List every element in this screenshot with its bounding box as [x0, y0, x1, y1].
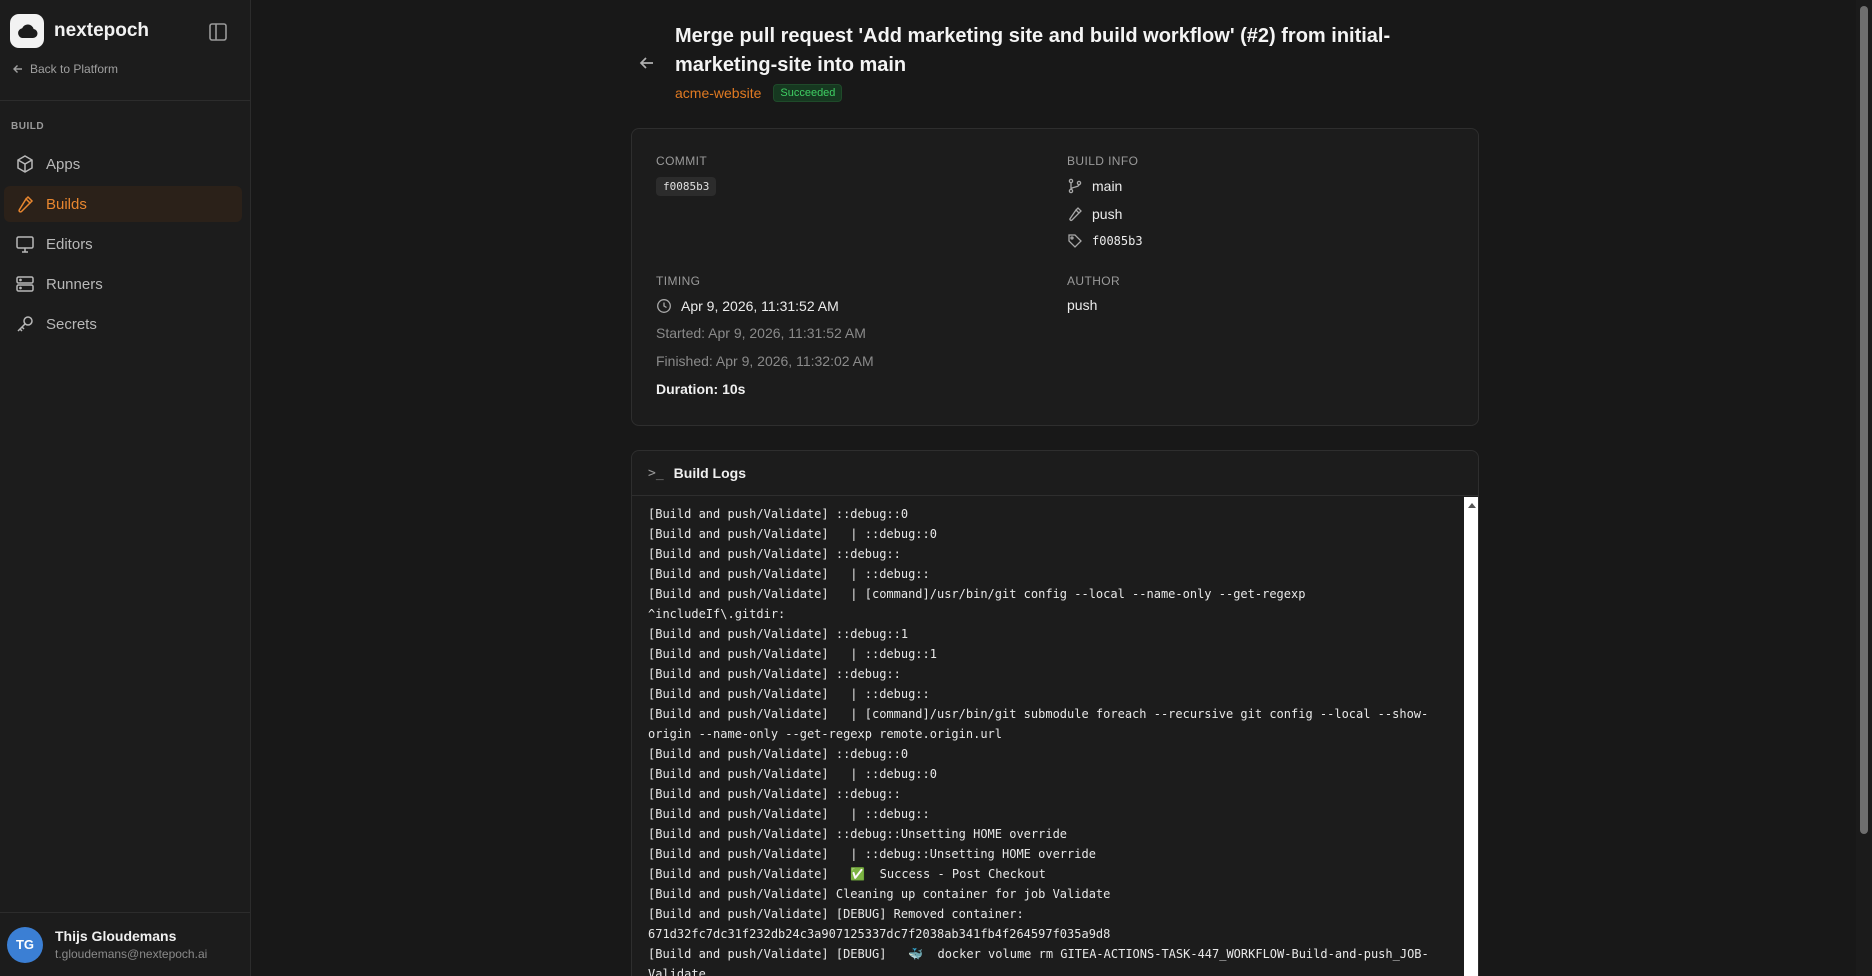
user-email: t.gloudemans@nextepoch.ai: [55, 947, 208, 961]
repo-link[interactable]: acme-website: [675, 85, 761, 101]
trigger-row: push: [1067, 205, 1122, 223]
duration: Duration: 10s: [656, 381, 746, 397]
log-line: [Build and push/Validate] ::debug::Unset…: [648, 827, 1068, 841]
sidebar-item-editors[interactable]: Editors: [4, 226, 242, 262]
log-line: [Build and push/Validate] ::debug::1: [648, 627, 909, 641]
brand[interactable]: nextepoch: [10, 14, 149, 48]
tag-row: f0085b3: [1067, 232, 1143, 250]
server-icon: [14, 273, 36, 295]
log-line: [Build and push/Validate] | ::debug::0: [648, 767, 937, 781]
trigger-value: push: [1092, 206, 1123, 222]
sidebar-item-label: Runners: [46, 275, 103, 293]
sidebar-item-builds[interactable]: Builds: [4, 186, 242, 222]
sidebar: nextepoch Back to Platform BUILD Apps Bu…: [0, 0, 251, 976]
log-line: [Build and push/Validate] ::debug::: [648, 787, 901, 801]
sidebar-item-label: Editors: [46, 235, 93, 253]
build-subline: acme-website Succeeded: [675, 84, 843, 102]
sidebar-item-secrets[interactable]: Secrets: [4, 306, 242, 342]
log-line: [Build and push/Validate] | ::debug::Uns…: [648, 847, 1096, 861]
log-line: [Build and push/Validate] | ::debug::1: [648, 647, 937, 661]
author-label: AUTHOR: [1067, 274, 1121, 288]
log-line: [Build and push/Validate] ✅ Success - Po…: [648, 867, 1046, 881]
log-line: [Build and push/Validate] | ::debug::0: [648, 527, 937, 541]
started-time: Started: Apr 9, 2026, 11:31:52 AM: [656, 325, 866, 341]
user-name: Thijs Gloudemans: [55, 928, 177, 944]
commit-label: COMMIT: [656, 154, 708, 168]
divider: [0, 100, 250, 101]
user-profile[interactable]: TG Thijs Gloudemans t.gloudemans@nextepo…: [0, 912, 250, 976]
log-line: [Build and push/Validate] [DEBUG] 🐳 dock…: [648, 947, 1429, 961]
sidebar-toggle-icon[interactable]: [207, 21, 229, 43]
sidebar-item-label: Secrets: [46, 315, 97, 333]
cloud-logo-icon: [10, 14, 44, 48]
log-line: [Build and push/Validate] Cleaning up co…: [648, 887, 1111, 901]
log-line: [Build and push/Validate] ::debug::: [648, 547, 901, 561]
back-to-platform-link[interactable]: Back to Platform: [12, 62, 118, 76]
log-line: [Build and push/Validate] [DEBUG] Remove…: [648, 907, 1024, 921]
log-line: [Build and push/Validate] | ::debug::: [648, 567, 930, 581]
build-info-card: COMMIT f0085b3 BUILD INFO main push f008…: [631, 128, 1479, 426]
build-info-label: BUILD INFO: [1067, 154, 1139, 168]
status-badge: Succeeded: [773, 84, 843, 102]
back-arrow-icon[interactable]: [636, 52, 658, 74]
page-scrollbar[interactable]: [1856, 0, 1872, 976]
author-value: push: [1067, 297, 1098, 313]
sidebar-nav: Apps Builds Editors Runners Secrets: [4, 146, 242, 346]
brand-name: nextepoch: [54, 20, 150, 41]
timestamp-row: Apr 9, 2026, 11:31:52 AM: [656, 297, 839, 315]
log-line: [Build and push/Validate] ::debug::0: [648, 507, 909, 521]
timing-label: TIMING: [656, 274, 701, 288]
finished-time: Finished: Apr 9, 2026, 11:32:02 AM: [656, 353, 874, 369]
terminal-icon: >_: [648, 465, 664, 481]
log-line: [Build and push/Validate] | [command]/us…: [648, 587, 1306, 601]
log-line: ^includeIf\.gitdir:: [648, 607, 786, 621]
log-line: origin --name-only --get-regexp remote.o…: [648, 727, 1003, 741]
monitor-icon: [14, 233, 36, 255]
branch-name: main: [1092, 178, 1123, 194]
build-logs-header: >_ Build Logs: [632, 451, 1478, 496]
branch-row: main: [1067, 177, 1122, 195]
sidebar-item-label: Builds: [46, 195, 87, 213]
log-line: Validate: [648, 967, 706, 976]
tag-icon: [1067, 232, 1087, 250]
box-icon: [14, 153, 36, 175]
clock-icon: [656, 297, 676, 315]
page-scrollbar-thumb[interactable]: [1860, 6, 1868, 834]
git-branch-icon: [1067, 177, 1087, 195]
tag-value: f0085b3: [1092, 234, 1143, 248]
log-output[interactable]: [Build and push/Validate] ::debug::0[Bui…: [632, 497, 1464, 976]
log-line: [Build and push/Validate] | [command]/us…: [648, 707, 1429, 721]
timestamp-value: Apr 9, 2026, 11:31:52 AM: [681, 298, 839, 314]
scroll-up-arrow-icon[interactable]: [1468, 503, 1476, 508]
app-window: nextepoch Back to Platform BUILD Apps Bu…: [0, 0, 1872, 976]
key-icon: [14, 313, 36, 335]
sidebar-item-apps[interactable]: Apps: [4, 146, 242, 182]
build-logs-title: Build Logs: [673, 465, 746, 481]
sidebar-item-label: Apps: [46, 155, 81, 173]
avatar: TG: [7, 926, 43, 963]
log-scrollbar[interactable]: [1464, 497, 1478, 976]
back-link-label: Back to Platform: [30, 62, 119, 76]
hammer-icon: [14, 193, 36, 215]
log-line: [Build and push/Validate] ::debug::: [648, 667, 901, 681]
section-label-build: BUILD: [11, 121, 45, 132]
user-text: Thijs Gloudemans t.gloudemans@nextepoch.…: [55, 928, 207, 961]
log-line: [Build and push/Validate] | ::debug::: [648, 807, 930, 821]
commit-hash-chip[interactable]: f0085b3: [656, 177, 717, 196]
hammer-icon: [1067, 205, 1087, 223]
arrow-left-icon: [13, 65, 22, 73]
log-line: [Build and push/Validate] | ::debug::: [648, 687, 930, 701]
build-logs-panel: >_ Build Logs [Build and push/Validate] …: [631, 450, 1479, 976]
page-title: Merge pull request 'Add marketing site a…: [675, 25, 1391, 76]
sidebar-item-runners[interactable]: Runners: [4, 266, 242, 302]
log-line: [Build and push/Validate] ::debug::0: [648, 747, 909, 761]
log-line: 671d32fc7dc31f232db24c3a907125337dc7f203…: [648, 927, 1111, 941]
